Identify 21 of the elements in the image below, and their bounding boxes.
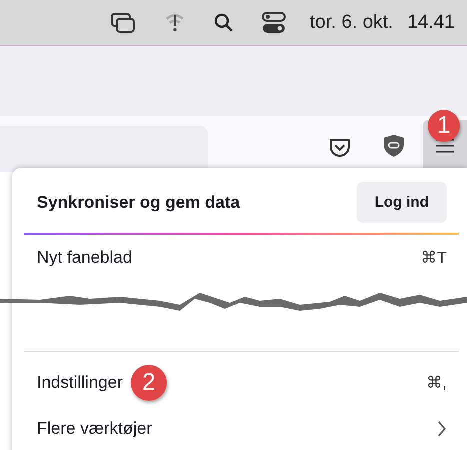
menu-item[interactable]: Nyt faneblad ⌘T <box>24 235 459 281</box>
menu-item-label: Indstillinger <box>37 373 123 393</box>
menu-item-label: Nyt faneblad <box>37 248 132 268</box>
search-icon[interactable] <box>214 12 234 32</box>
shield-icon[interactable] <box>383 134 405 158</box>
sync-title: Synkroniser og gem data <box>37 192 240 212</box>
menu-item-label: Flere værktøjer <box>37 419 152 439</box>
menu-bar-time: 14.41 <box>407 12 455 34</box>
pocket-icon[interactable] <box>329 138 351 158</box>
annotation-badge: 2 <box>131 365 167 401</box>
windows-icon[interactable] <box>110 12 136 34</box>
address-field[interactable] <box>0 126 208 172</box>
menu-item[interactable]: Flere værktøjer <box>24 406 459 450</box>
menu-item[interactable]: Indstillinger 2 ⌘, <box>24 360 459 406</box>
shortcut-label: ⌘T <box>421 249 447 268</box>
chevron-right-icon <box>437 421 447 437</box>
wifi-alert-icon[interactable] <box>164 12 186 34</box>
shortcut-label: ⌘, <box>426 374 447 393</box>
toggle-switches-icon[interactable] <box>262 12 286 34</box>
login-button[interactable]: Log ind <box>356 182 447 223</box>
menu-bar-date: tor. 6. okt. <box>310 12 394 34</box>
